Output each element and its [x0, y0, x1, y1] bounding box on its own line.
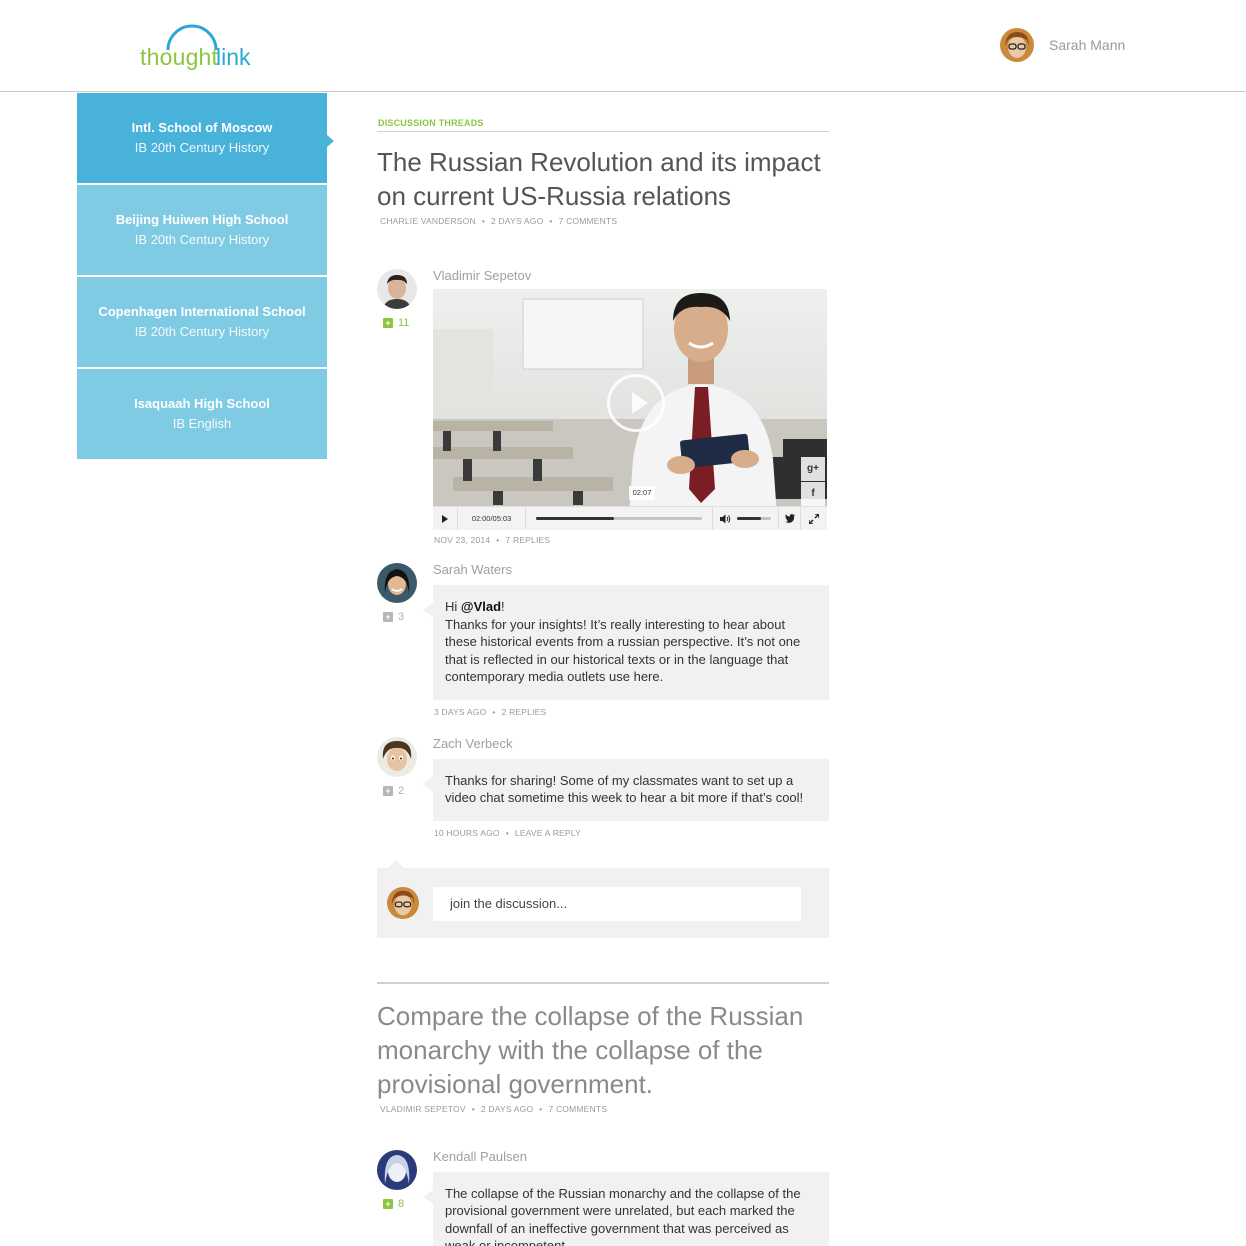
- post-date: 3 DAYS AGO: [434, 706, 487, 717]
- fullscreen-icon[interactable]: [801, 507, 827, 531]
- post-meta: NOV 23, 2014 • 7 REPLIES: [434, 535, 551, 545]
- leave-reply-link[interactable]: LEAVE A REPLY: [515, 828, 581, 838]
- seek-progress: [536, 517, 615, 520]
- thread-title[interactable]: The Russian Revolution and its impact on…: [377, 145, 829, 213]
- thread-age: 2 DAYS AGO: [491, 216, 544, 226]
- thread-author[interactable]: CHARLIE VANDERSON: [380, 216, 476, 226]
- sidebar-item-title: Intl. School of Moscow: [131, 120, 273, 135]
- sidebar-item-title: Beijing Huiwen High School: [115, 212, 289, 227]
- mention-link[interactable]: @Vlad: [461, 599, 501, 614]
- volume-control[interactable]: [713, 506, 779, 530]
- post-date: NOV 23, 2014: [434, 535, 491, 545]
- logo-text-link: link: [216, 44, 251, 70]
- post-author[interactable]: Kendall Paulsen: [433, 1149, 829, 1170]
- comment-greeting: Hi @Vlad!: [445, 598, 817, 616]
- sidebar-item-title: Copenhagen International School: [98, 304, 306, 319]
- composer-avatar: [387, 886, 419, 919]
- seek-track[interactable]: [536, 517, 702, 520]
- sidebar-item-isaquaah[interactable]: Isaquaah High School IB English: [77, 369, 327, 461]
- sidebar-item-beijing[interactable]: Beijing Huiwen High School IB 20th Centu…: [77, 185, 327, 277]
- comment-body: The collapse of the Russian monarchy and…: [445, 1185, 801, 1246]
- play-icon[interactable]: [433, 506, 458, 530]
- thread-meta: CHARLIE VANDERSON • 2 DAYS AGO • 7 COMMENTS: [380, 216, 618, 226]
- plus-icon[interactable]: +: [383, 1198, 393, 1209]
- avatar[interactable]: [377, 563, 417, 603]
- comment-bubble: Hi @Vlad! Thanks for your insights! It’s…: [423, 585, 829, 700]
- vote-number: 3: [398, 611, 405, 623]
- sidebar-item-subtitle: IB 20th Century History: [134, 232, 270, 247]
- plus-icon[interactable]: +: [383, 785, 393, 796]
- video-player[interactable]: g+ f 02:07 02:00/05:03: [433, 289, 827, 530]
- reply-composer: [377, 859, 829, 938]
- vote-count[interactable]: + 11: [383, 317, 409, 329]
- vote-number: 8: [398, 1197, 405, 1210]
- video-time: 02:00/05:03: [458, 506, 526, 530]
- thread-divider: [377, 981, 829, 984]
- post-meta: 10 HOURS AGO • LEAVE A REPLY: [434, 827, 581, 838]
- post-kendall-paulsen: + 8 Kendall Paulsen The collapse of the …: [377, 1149, 829, 1246]
- thoughtlink-logo[interactable]: thought link: [138, 18, 253, 74]
- scrub-time-tooltip: 02:07: [629, 486, 655, 500]
- top-header: thought link Sarah Mann: [0, 0, 1246, 92]
- seek-bar[interactable]: [526, 506, 713, 530]
- thread-title[interactable]: Compare the collapse of the Russian mona…: [377, 999, 829, 1101]
- section-label: DISCUSSION THREADS: [377, 112, 829, 132]
- thread-comments[interactable]: 7 COMMENTS: [559, 216, 618, 226]
- sidebar-item-title: Isaquaah High School: [134, 396, 270, 411]
- avatar[interactable]: [377, 1149, 417, 1190]
- user-avatar[interactable]: [1000, 28, 1034, 62]
- google-plus-share-button[interactable]: g+: [801, 457, 825, 481]
- sidebar-item-subtitle: IB 20th Century History: [134, 140, 270, 155]
- plus-icon[interactable]: +: [383, 318, 393, 328]
- play-overlay-button[interactable]: [607, 374, 665, 432]
- post-zach-verbeck: + 2 Zach Verbeck Thanks for sharing! Som…: [377, 736, 829, 838]
- facebook-share-button[interactable]: f: [801, 482, 825, 506]
- sidebar-item-moscow[interactable]: Intl. School of Moscow IB 20th Century H…: [77, 93, 334, 185]
- user-name[interactable]: Sarah Mann: [1049, 37, 1125, 53]
- class-sidebar: Intl. School of Moscow IB 20th Century H…: [77, 93, 334, 461]
- thread-comments[interactable]: 7 COMMENTS: [548, 1104, 607, 1114]
- comment-body: Thanks for sharing! Some of my classmate…: [445, 772, 804, 806]
- greeting-end: !: [501, 599, 505, 614]
- volume-icon[interactable]: [720, 514, 731, 524]
- volume-level: [737, 517, 761, 520]
- thread-column: DISCUSSION THREADS The Russian Revolutio…: [377, 112, 829, 1246]
- plus-icon[interactable]: +: [383, 612, 393, 622]
- vote-count[interactable]: + 3: [383, 611, 404, 623]
- post-vladimir: + 11 Vladimir Sepetov g+ f 02:07 02:00/0…: [377, 269, 829, 545]
- post-date: 10 HOURS AGO: [434, 827, 500, 838]
- thread-age: 2 DAYS AGO: [480, 1103, 534, 1114]
- vote-count[interactable]: + 2: [383, 785, 404, 797]
- post-replies[interactable]: 7 REPLIES: [505, 535, 550, 545]
- vote-number: 2: [398, 784, 405, 797]
- volume-track[interactable]: [737, 517, 771, 520]
- avatar[interactable]: [377, 736, 417, 777]
- share-buttons: g+ f: [799, 457, 827, 507]
- avatar[interactable]: [377, 269, 417, 309]
- sidebar-item-copenhagen[interactable]: Copenhagen International School IB 20th …: [77, 277, 327, 369]
- post-author[interactable]: Vladimir Sepetov: [433, 269, 829, 289]
- comment-bubble: Thanks for sharing! Some of my classmate…: [423, 758, 829, 821]
- twitter-share-icon[interactable]: [779, 506, 801, 530]
- sidebar-item-subtitle: IB 20th Century History: [134, 324, 270, 339]
- post-author[interactable]: Sarah Waters: [433, 563, 829, 583]
- vote-count[interactable]: + 8: [383, 1198, 404, 1210]
- video-controls: 02:00/05:03: [433, 506, 827, 530]
- sidebar-item-subtitle: IB English: [172, 416, 232, 431]
- thread-author[interactable]: VLADIMIR SEPETOV: [380, 1104, 466, 1114]
- post-replies[interactable]: 2 REPLIES: [502, 707, 547, 717]
- post-sarah-waters: + 3 Sarah Waters Hi @Vlad! Thanks for yo…: [377, 563, 829, 717]
- vote-number: 11: [398, 317, 410, 329]
- post-meta: 3 DAYS AGO • 2 REPLIES: [434, 706, 547, 717]
- comment-body: Thanks for your insights! It’s really in…: [445, 616, 801, 685]
- greeting-text: Hi: [445, 599, 461, 614]
- thread-meta: VLADIMIR SEPETOV • 2 DAYS AGO • 7 COMMENTS: [380, 1103, 608, 1114]
- comment-bubble: The collapse of the Russian monarchy and…: [423, 1171, 829, 1246]
- logo-text-thought: thought: [140, 44, 219, 70]
- join-discussion-input[interactable]: [433, 886, 801, 921]
- post-author[interactable]: Zach Verbeck: [433, 736, 829, 757]
